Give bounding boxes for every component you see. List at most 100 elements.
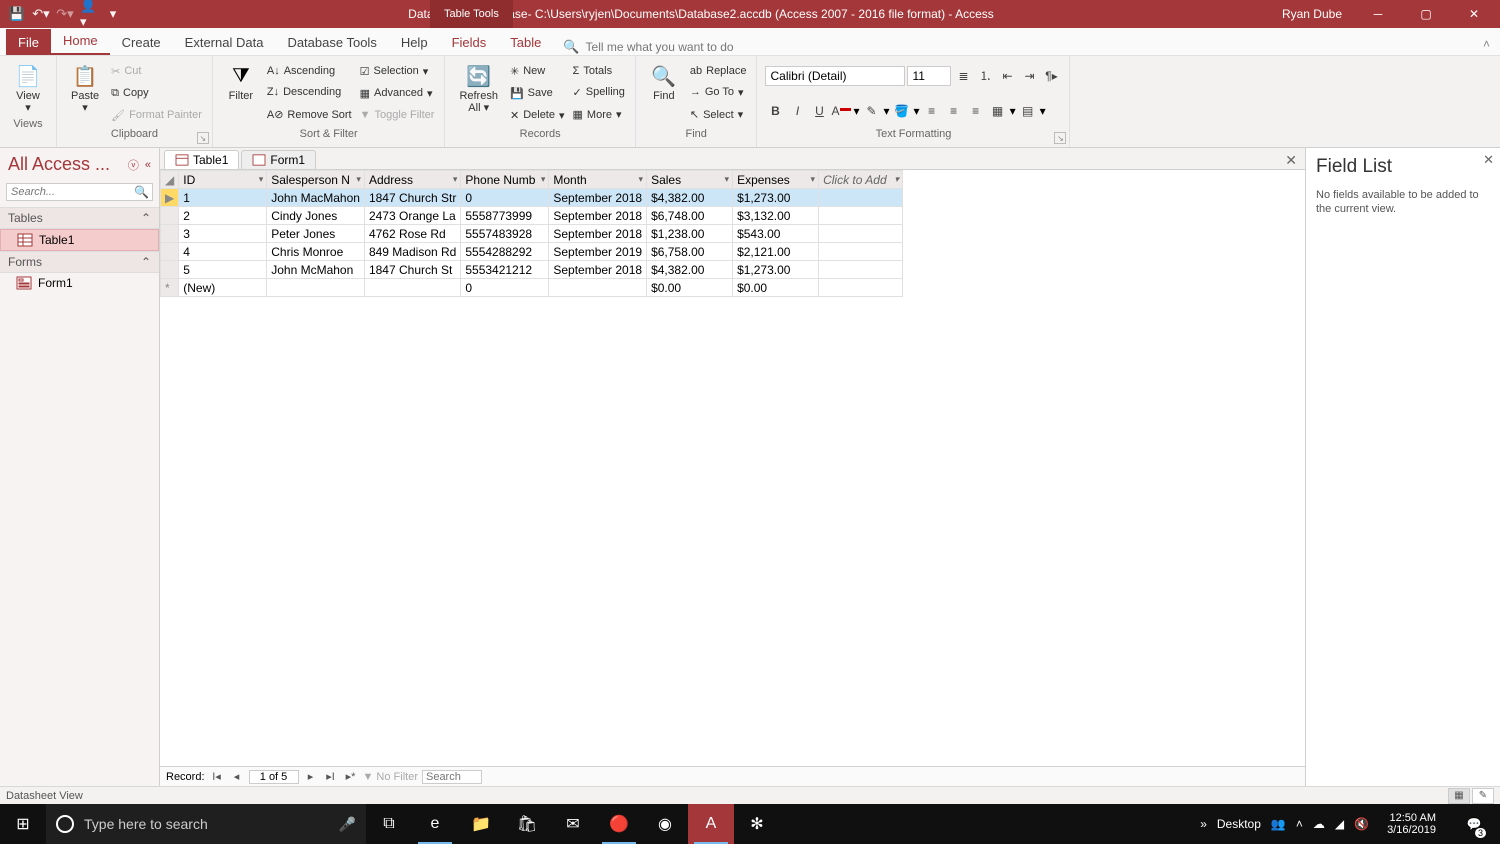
col-salesperson[interactable]: Salesperson N▾ [267, 171, 365, 189]
cell-month[interactable]: September 2018 [549, 261, 647, 279]
tab-fields[interactable]: Fields [440, 29, 499, 55]
cell-id[interactable]: 1 [179, 189, 267, 207]
align-right-icon[interactable]: ≡ [966, 101, 986, 121]
nav-search-input[interactable] [6, 183, 153, 201]
desktop-label[interactable]: Desktop [1217, 817, 1261, 831]
cell-phone[interactable]: 5553421212 [461, 261, 549, 279]
people-icon[interactable]: 👥 [1271, 817, 1286, 831]
nav-item-table1[interactable]: Table1 [0, 229, 159, 251]
cell-expenses[interactable]: $543.00 [733, 225, 819, 243]
replace-button[interactable]: abReplace [688, 63, 749, 79]
toggle-filter-button[interactable]: ▼Toggle Filter [358, 107, 437, 123]
taskbar-chrome-icon[interactable]: ◉ [642, 804, 688, 844]
cell-add[interactable] [819, 261, 903, 279]
cell-add[interactable] [819, 207, 903, 225]
datasheet-view-button[interactable]: ▦ [1448, 788, 1470, 804]
col-address[interactable]: Address▾ [364, 171, 460, 189]
cell-phone[interactable]: 5558773999 [461, 207, 549, 225]
bullets-icon[interactable]: ≣ [953, 66, 973, 86]
row-selector[interactable] [161, 225, 179, 243]
font-size-input[interactable] [907, 66, 951, 86]
cell-salesperson[interactable]: Cindy Jones [267, 207, 365, 225]
tab-file[interactable]: File [6, 29, 51, 55]
table-row[interactable]: 5John McMahon1847 Church St5553421212Sep… [161, 261, 903, 279]
nav-dropdown-icon[interactable]: ⓥ [128, 157, 139, 173]
cell-salesperson[interactable] [267, 279, 365, 297]
nav-header[interactable]: All Access ... ⓥ « [0, 148, 159, 181]
ltr-icon[interactable]: ¶▸ [1041, 66, 1061, 86]
align-center-icon[interactable]: ≡ [944, 101, 964, 121]
cell-sales[interactable]: $6,758.00 [647, 243, 733, 261]
tab-table[interactable]: Table [498, 29, 553, 55]
first-record-button[interactable]: I◂ [209, 770, 225, 783]
numbering-icon[interactable]: ⒈ [975, 66, 995, 86]
table-row[interactable]: 3Peter Jones4762 Rose Rd5557483928Septem… [161, 225, 903, 243]
chevron-down-icon[interactable]: ▾ [725, 174, 730, 185]
col-sales[interactable]: Sales▾ [647, 171, 733, 189]
onedrive-icon[interactable]: ☁ [1313, 817, 1325, 831]
start-button[interactable]: ⊞ [0, 804, 46, 844]
taskbar-mail-icon[interactable]: ✉ [550, 804, 596, 844]
row-selector[interactable] [161, 207, 179, 225]
sort-descending-button[interactable]: Z↓Descending [265, 84, 354, 100]
row-selector[interactable] [161, 261, 179, 279]
datasheet[interactable]: ◢ ID▾ Salesperson N▾ Address▾ Phone Numb… [160, 170, 1305, 766]
no-filter-indicator[interactable]: ▼No Filter [363, 771, 418, 783]
user-name[interactable]: Ryan Dube [1272, 7, 1352, 21]
cell-address[interactable]: 1847 Church Str [364, 189, 460, 207]
row-selector[interactable]: * [161, 279, 179, 297]
design-view-button[interactable]: ✎ [1472, 788, 1494, 804]
spelling-button[interactable]: ✓Spelling [571, 84, 627, 101]
save-icon[interactable]: 💾 [8, 5, 26, 23]
close-button[interactable]: ✕ [1452, 0, 1496, 28]
advanced-button[interactable]: ▦Advanced ▾ [358, 85, 437, 102]
search-icon[interactable]: 🔍 [134, 185, 149, 199]
tab-help[interactable]: Help [389, 29, 440, 55]
user-icon[interactable]: 👤▾ [80, 5, 98, 23]
totals-button[interactable]: ΣTotals [571, 63, 627, 79]
find-button[interactable]: 🔍 Find [644, 60, 684, 104]
row-selector[interactable]: ▶ [161, 189, 179, 207]
cell-salesperson[interactable]: John McMahon [267, 261, 365, 279]
tell-me-search[interactable]: 🔍 Tell me what you want to do [563, 39, 733, 55]
cell-id[interactable]: 4 [179, 243, 267, 261]
cell-add[interactable] [819, 243, 903, 261]
chevron-down-icon[interactable]: ▾ [453, 174, 458, 185]
save-record-button[interactable]: 💾Save [508, 85, 567, 102]
cell-salesperson[interactable]: Peter Jones [267, 225, 365, 243]
volume-icon[interactable]: 🔇 [1354, 817, 1369, 831]
cell-month[interactable]: September 2019 [549, 243, 647, 261]
gridlines-icon[interactable]: ▦ [988, 101, 1008, 121]
clock[interactable]: 12:50 AM 3/16/2019 [1379, 812, 1444, 836]
record-position-input[interactable] [249, 770, 299, 784]
chevron-down-icon[interactable]: ▾ [639, 174, 644, 185]
col-month[interactable]: Month▾ [549, 171, 647, 189]
notifications-button[interactable]: 💬3 [1454, 804, 1494, 844]
nav-group-forms[interactable]: Forms⌃ [0, 251, 159, 273]
cell-address[interactable]: 1847 Church St [364, 261, 460, 279]
cell-phone[interactable]: 0 [461, 279, 549, 297]
cell-add[interactable] [819, 225, 903, 243]
copy-button[interactable]: ⧉Copy [109, 85, 204, 102]
cell-sales[interactable]: $1,238.00 [647, 225, 733, 243]
nav-collapse-icon[interactable]: « [145, 159, 151, 171]
selection-button[interactable]: ☑Selection ▾ [358, 63, 437, 80]
new-record-button[interactable]: ✳New [508, 63, 567, 80]
qat-customize-icon[interactable]: ▾ [104, 5, 122, 23]
cell-add[interactable] [819, 279, 903, 297]
cell-phone[interactable]: 0 [461, 189, 549, 207]
chevron-down-icon[interactable]: ▾ [895, 174, 900, 185]
cell-expenses[interactable]: $1,273.00 [733, 261, 819, 279]
more-button[interactable]: ▦More ▾ [571, 106, 627, 123]
last-record-button[interactable]: ▸I [323, 770, 339, 783]
minimize-button[interactable]: ─ [1356, 0, 1400, 28]
new-record-button[interactable]: ▸* [343, 770, 359, 783]
tray-up-icon[interactable]: ˄ [1296, 817, 1303, 831]
row-selector[interactable] [161, 243, 179, 261]
undo-icon[interactable]: ↶▾ [32, 5, 50, 23]
overflow-icon[interactable]: » [1200, 817, 1207, 831]
col-click-to-add[interactable]: Click to Add▾ [819, 171, 903, 189]
textfmt-launcher[interactable]: ↘ [1054, 132, 1066, 144]
task-view-button[interactable]: ⧉ [366, 804, 412, 844]
view-button[interactable]: 📄 View▾ [8, 60, 48, 116]
